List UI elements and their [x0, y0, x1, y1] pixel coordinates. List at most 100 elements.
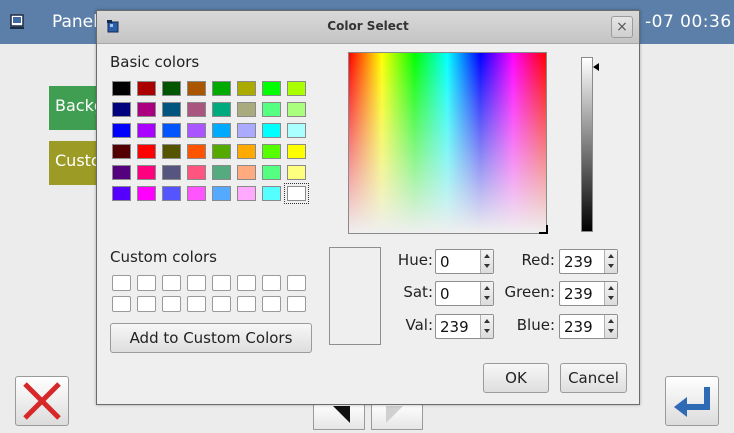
blue-stepper[interactable]: [604, 315, 617, 338]
basic-color-swatch[interactable]: [262, 81, 281, 96]
basic-color-swatch[interactable]: [112, 186, 131, 201]
basic-color-swatch[interactable]: [112, 144, 131, 159]
basic-color-swatch[interactable]: [187, 123, 206, 138]
basic-color-swatch[interactable]: [137, 81, 156, 96]
basic-color-swatch[interactable]: [287, 144, 306, 159]
basic-color-swatch[interactable]: [237, 123, 256, 138]
arrow-up-icon[interactable]: [484, 319, 490, 323]
blue-spinbox[interactable]: 239: [559, 314, 618, 339]
basic-color-swatch[interactable]: [237, 81, 256, 96]
arrow-down-icon[interactable]: [484, 296, 490, 300]
custom-color-swatch[interactable]: [212, 296, 231, 312]
custom-color-swatch[interactable]: [287, 275, 306, 291]
green-spinbox[interactable]: 239: [559, 281, 618, 306]
basic-color-swatch[interactable]: [237, 102, 256, 117]
green-stepper[interactable]: [604, 282, 617, 305]
close-button[interactable]: ×: [611, 16, 633, 38]
red-spinbox[interactable]: 239: [559, 249, 618, 274]
hue-saturation-picker[interactable]: [348, 52, 548, 234]
basic-color-swatch[interactable]: [212, 165, 231, 180]
val-stepper[interactable]: [480, 315, 493, 338]
sat-spinbox[interactable]: 0: [435, 281, 494, 306]
arrow-up-icon[interactable]: [608, 286, 614, 290]
prev-button[interactable]: [313, 402, 365, 430]
luminance-slider[interactable]: [581, 57, 593, 232]
ok-button[interactable]: OK: [483, 363, 549, 393]
basic-color-swatch[interactable]: [162, 186, 181, 201]
basic-color-swatch[interactable]: [262, 123, 281, 138]
basic-color-swatch[interactable]: [137, 144, 156, 159]
basic-color-swatch[interactable]: [284, 183, 309, 204]
custom-color-swatch[interactable]: [237, 275, 256, 291]
arrow-down-icon[interactable]: [608, 329, 614, 333]
basic-color-swatch[interactable]: [187, 144, 206, 159]
arrow-up-icon[interactable]: [484, 286, 490, 290]
basic-color-swatch[interactable]: [187, 186, 206, 201]
custom-color-swatch[interactable]: [212, 275, 231, 291]
basic-color-swatch[interactable]: [112, 165, 131, 180]
hue-value[interactable]: 0: [440, 253, 450, 271]
basic-color-swatch[interactable]: [187, 102, 206, 117]
custom-color-swatch[interactable]: [237, 296, 256, 312]
hue-stepper[interactable]: [480, 250, 493, 273]
basic-color-swatch[interactable]: [137, 165, 156, 180]
dialog-titlebar[interactable]: Color Select ×: [97, 11, 639, 44]
basic-color-swatch[interactable]: [237, 165, 256, 180]
blue-value[interactable]: 239: [564, 318, 593, 336]
basic-color-swatch[interactable]: [287, 123, 306, 138]
basic-color-swatch[interactable]: [262, 144, 281, 159]
basic-color-swatch[interactable]: [187, 165, 206, 180]
red-stepper[interactable]: [604, 250, 617, 273]
basic-color-swatch[interactable]: [287, 165, 306, 180]
basic-color-swatch[interactable]: [262, 186, 281, 201]
luminance-arrow-icon[interactable]: [593, 63, 599, 71]
basic-color-swatch[interactable]: [237, 186, 256, 201]
arrow-up-icon[interactable]: [608, 254, 614, 258]
basic-color-swatch[interactable]: [262, 102, 281, 117]
basic-color-swatch[interactable]: [162, 123, 181, 138]
red-value[interactable]: 239: [564, 253, 593, 271]
sat-stepper[interactable]: [480, 282, 493, 305]
basic-color-swatch[interactable]: [162, 144, 181, 159]
custom-color-swatch[interactable]: [112, 296, 131, 312]
basic-color-swatch[interactable]: [212, 81, 231, 96]
panel-label[interactable]: Panel: [52, 12, 98, 32]
hue-spinbox[interactable]: 0: [435, 249, 494, 274]
basic-color-swatch[interactable]: [112, 102, 131, 117]
next-button[interactable]: [371, 402, 423, 430]
arrow-down-icon[interactable]: [484, 264, 490, 268]
basic-color-swatch[interactable]: [212, 123, 231, 138]
basic-color-swatch[interactable]: [212, 186, 231, 201]
arrow-down-icon[interactable]: [484, 329, 490, 333]
basic-color-swatch[interactable]: [237, 144, 256, 159]
enter-button[interactable]: [665, 376, 719, 426]
cancel-button[interactable]: Cancel: [560, 363, 627, 393]
arrow-down-icon[interactable]: [608, 264, 614, 268]
custom-color-swatch[interactable]: [262, 296, 281, 312]
custom-color-swatch[interactable]: [162, 275, 181, 291]
custom-color-swatch[interactable]: [137, 275, 156, 291]
basic-color-swatch[interactable]: [287, 81, 306, 96]
basic-color-swatch[interactable]: [162, 81, 181, 96]
green-value[interactable]: 239: [564, 285, 593, 303]
custom-color-swatch[interactable]: [162, 296, 181, 312]
arrow-down-icon[interactable]: [608, 296, 614, 300]
picker-crosshair[interactable]: [539, 225, 548, 234]
custom-color-swatch[interactable]: [262, 275, 281, 291]
cancel-x-button[interactable]: [15, 376, 69, 426]
basic-color-swatch[interactable]: [212, 144, 231, 159]
basic-color-swatch[interactable]: [162, 102, 181, 117]
basic-color-swatch[interactable]: [112, 123, 131, 138]
basic-color-swatch[interactable]: [137, 102, 156, 117]
arrow-up-icon[interactable]: [484, 254, 490, 258]
sat-value[interactable]: 0: [440, 285, 450, 303]
arrow-up-icon[interactable]: [608, 319, 614, 323]
basic-color-swatch[interactable]: [287, 102, 306, 117]
basic-color-swatch[interactable]: [112, 81, 131, 96]
custom-color-swatch[interactable]: [137, 296, 156, 312]
basic-color-swatch[interactable]: [212, 102, 231, 117]
custom-color-swatch[interactable]: [287, 296, 306, 312]
custom-color-swatch[interactable]: [112, 275, 131, 291]
val-value[interactable]: 239: [440, 318, 469, 336]
add-to-custom-colors-button[interactable]: Add to Custom Colors: [110, 323, 312, 353]
